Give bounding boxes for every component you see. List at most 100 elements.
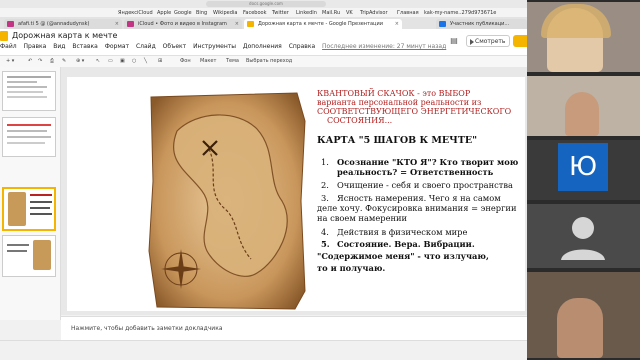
slide-thumbnail-selected[interactable] — [2, 187, 56, 231]
instagram-icon — [7, 21, 14, 27]
list-item-5: Состояние. Вера. Вибрации. — [337, 239, 475, 249]
bookmark-apple[interactable]: Apple — [157, 10, 171, 16]
textbox-icon[interactable]: ▭ — [108, 58, 113, 64]
list-item-3-cont: на своем намерении — [317, 213, 408, 223]
add-slide-icon[interactable]: + ▾ — [6, 58, 14, 64]
current-slide[interactable]: КВАНТОВЫЙ СКАЧОК - это ВЫБОР варианта пе… — [67, 77, 525, 311]
print-icon[interactable]: ⎙ — [50, 58, 54, 64]
slide-thumbnail[interactable] — [2, 71, 56, 111]
menu-addons[interactable]: Дополнения — [243, 43, 282, 50]
list-number: 1. — [321, 157, 329, 167]
share-button[interactable] — [513, 35, 527, 47]
list-item-1: Осознание "КТО Я"? Кто творит мою — [337, 157, 519, 167]
bookmark-icloud[interactable]: iCloud — [137, 10, 153, 16]
tab-instagram-profile[interactable]: afafi.ti 5 @ (@annadudynsk) × — [4, 19, 122, 29]
participant-placeholder-tile[interactable] — [527, 204, 640, 268]
menu-bar: Файл Правка Вид Вставка Формат Слайд Объ… — [0, 43, 451, 50]
participant-video — [557, 298, 603, 358]
meeting-icon — [439, 21, 446, 27]
menu-edit[interactable]: Правка — [24, 43, 47, 50]
intro-line: СООТВЕТСТВУЮЩЕГО ЭНЕРГЕТИЧЕСКОГО — [317, 107, 512, 116]
closing-line: то и получаю. — [317, 263, 386, 273]
slide-thumbnail[interactable] — [2, 235, 56, 277]
tab-instagram-photos[interactable]: iCloud • Фото и видео в Instagram × — [124, 19, 242, 29]
list-item-3: Ясность намерения. Чего я на самом — [337, 193, 501, 203]
tab-label: Дорожная карта к мечте - Google Презента… — [258, 21, 383, 27]
tab-participant[interactable]: Участник публикаци... — [436, 19, 527, 29]
window-titlebar: docs.google.com — [0, 0, 527, 8]
list-number: 5. — [321, 239, 330, 249]
participant-video-tile[interactable] — [527, 2, 640, 72]
bookmark-twitter[interactable]: Twitter — [272, 10, 289, 16]
bookmark-facebook[interactable]: Facebook — [243, 10, 267, 16]
address-bar[interactable]: docs.google.com — [206, 1, 326, 7]
menu-help[interactable]: Справка — [289, 43, 315, 50]
tab-label: afafi.ti 5 @ (@annadudynsk) — [18, 21, 90, 27]
treasure-map-image — [148, 92, 306, 310]
transition-button[interactable]: Выбрать переход — [246, 58, 292, 64]
menu-format[interactable]: Формат — [105, 43, 129, 50]
bookmark-vk[interactable]: VK — [346, 10, 353, 16]
redo-icon[interactable]: ↷ — [38, 58, 42, 64]
document-title[interactable]: Дорожная карта к мечте — [12, 31, 117, 40]
participant-video-tile[interactable] — [527, 76, 640, 136]
bookmark-tripadvisor[interactable]: TripAdvisor — [360, 10, 388, 16]
slide-heading: КАРТА "5 ШАГОВ К МЕЧТЕ" — [317, 135, 478, 146]
bookmark-linkedin[interactable]: LinkedIn — [296, 10, 317, 16]
bookmark-mailru[interactable]: Mail.Ru — [322, 10, 340, 16]
list-number: 4. — [321, 227, 329, 237]
menu-tools[interactable]: Инструменты — [193, 43, 236, 50]
close-icon[interactable]: × — [395, 19, 399, 29]
participant-avatar-tile[interactable]: Ю — [527, 140, 640, 200]
menu-view[interactable]: Вид — [53, 43, 65, 50]
list-number: 3. — [321, 193, 329, 203]
tab-google-slides[interactable]: Дорожная карта к мечте - Google Презента… — [244, 19, 402, 29]
present-button[interactable]: Смотреть — [466, 35, 510, 47]
participant-video — [565, 92, 599, 136]
google-slides-icon — [247, 21, 254, 27]
speaker-notes-placeholder: Нажмите, чтобы добавить заметки докладчи… — [71, 325, 223, 332]
layout-button[interactable]: Макет — [200, 58, 216, 64]
background-button[interactable]: Фон — [180, 58, 191, 64]
last-edit-link[interactable]: Последнее изменение: 27 минут назад — [322, 43, 446, 50]
bookmark-bing[interactable]: Bing — [196, 10, 207, 16]
list-item-4: Действия в физическом мире — [337, 227, 468, 237]
present-label: Смотреть — [475, 38, 506, 45]
user-silhouette-icon — [561, 217, 605, 260]
bookmark-wikipedia[interactable]: Wikipedia — [213, 10, 237, 16]
zoom-icon[interactable]: ⊕ ▾ — [76, 58, 84, 64]
comment-add-icon[interactable]: ⊞ — [158, 58, 162, 64]
line-icon[interactable]: ╲ — [144, 58, 147, 64]
slide-canvas-area: КВАНТОВЫЙ СКАЧОК - это ВЫБОР варианта пе… — [61, 67, 527, 315]
bookmarks-bar: Яндекс iCloud Apple Google Bing Wikipedi… — [0, 8, 527, 17]
participant-video-tile[interactable] — [527, 272, 640, 358]
slides-header: Дорожная карта к мечте Файл Правка Вид В… — [0, 29, 527, 55]
closing-line: "Содержимое меня" - что излучаю, — [317, 251, 489, 261]
slide-thumbnail[interactable] — [2, 117, 56, 157]
list-item-1-cont: реальность? = Ответственность — [337, 167, 494, 177]
play-icon — [470, 39, 474, 45]
slides-logo-icon[interactable] — [0, 31, 8, 41]
intro-line: варианта персональной реальности из — [317, 98, 482, 107]
paint-format-icon[interactable]: ✎ — [62, 58, 66, 64]
bookmark-kak-my-name[interactable]: kak-my-name..279d973671e — [424, 10, 496, 16]
undo-icon[interactable]: ↶ — [28, 58, 32, 64]
bookmark-google[interactable]: Google — [174, 10, 192, 16]
bookmark-main[interactable]: Главная — [397, 10, 419, 16]
close-icon[interactable]: × — [115, 19, 119, 29]
menu-slide[interactable]: Слайд — [136, 43, 156, 50]
image-icon[interactable]: ▣ — [120, 58, 125, 64]
speaker-notes[interactable]: Нажмите, чтобы добавить заметки докладчи… — [61, 316, 527, 341]
bookmark-yandex[interactable]: Яндекс — [118, 10, 137, 16]
select-icon[interactable]: ↖ — [96, 58, 100, 64]
menu-file[interactable]: Файл — [0, 43, 17, 50]
comments-icon[interactable]: ▤ — [448, 36, 460, 46]
shape-icon[interactable]: ○ — [132, 58, 136, 64]
theme-button[interactable]: Тема — [226, 58, 239, 64]
participant-hair — [541, 4, 611, 38]
menu-object[interactable]: Объект — [163, 43, 186, 50]
close-icon[interactable]: × — [235, 19, 239, 29]
list-item-2: Очищение - себя и своего пространства — [337, 180, 513, 190]
menu-insert[interactable]: Вставка — [72, 43, 97, 50]
tab-label: Участник публикаци... — [450, 21, 510, 27]
